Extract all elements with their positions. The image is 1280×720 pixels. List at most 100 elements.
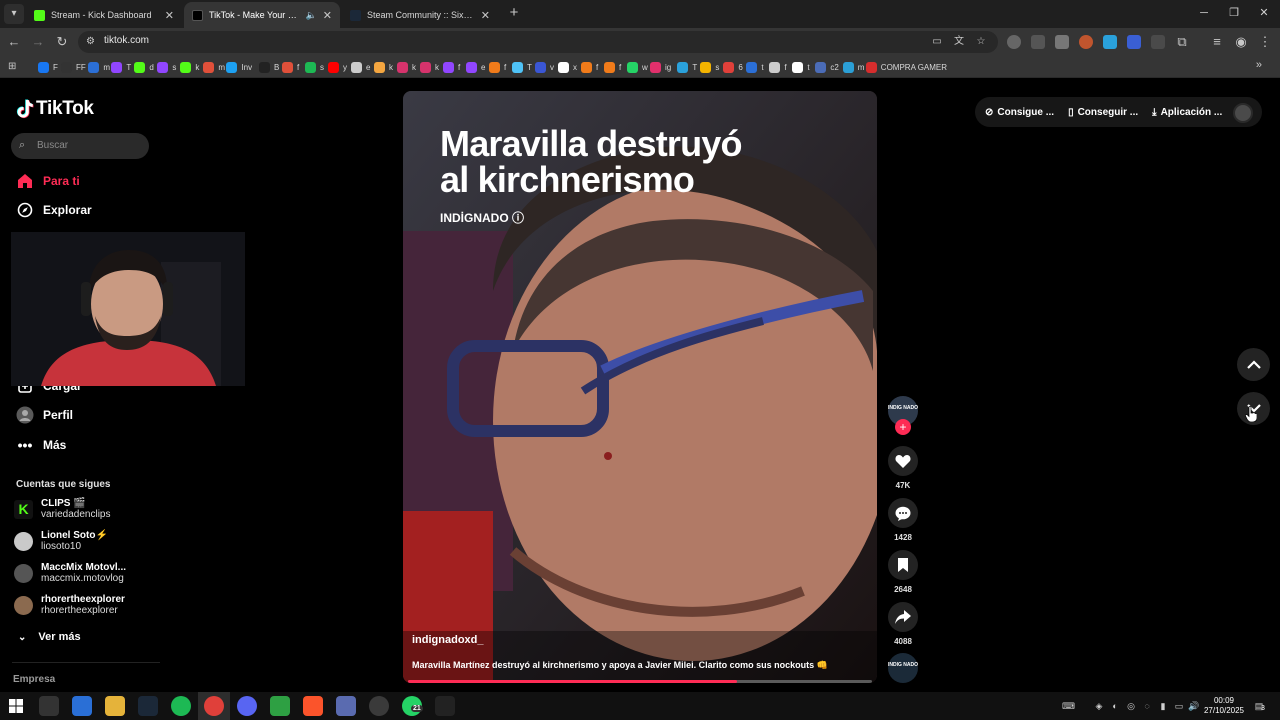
extension-icon[interactable] xyxy=(1127,35,1141,49)
following-account[interactable]: K CLIPS 🎬 variedadenclips xyxy=(14,498,111,520)
bookmark-star-icon[interactable]: ☆ xyxy=(974,35,988,49)
bookmark-item[interactable]: T xyxy=(677,61,697,74)
bookmark-item[interactable]: Inv xyxy=(226,61,252,74)
bookmark-item[interactable]: f xyxy=(769,61,787,74)
brave-icon[interactable] xyxy=(303,696,323,716)
tray-app-icon[interactable]: ◎ xyxy=(1125,700,1137,712)
bookmark-item[interactable]: FF xyxy=(61,61,86,74)
tab-tiktok[interactable]: TikTok - Make Your Day 🔈 ✕ xyxy=(184,2,340,28)
more-bookmarks-icon[interactable]: » xyxy=(1256,59,1262,71)
bookmark-item[interactable]: t xyxy=(792,61,810,74)
bookmark-item[interactable]: T xyxy=(512,61,532,74)
bookmark-item[interactable]: e xyxy=(351,61,370,74)
tab-steam-community[interactable]: Steam Community :: Sixbullets ✕ xyxy=(342,2,498,28)
app-icon[interactable] xyxy=(336,696,356,716)
microphone-icon[interactable]: ▮ xyxy=(1157,700,1169,712)
network-icon[interactable]: ▭ xyxy=(1173,700,1185,712)
like-button[interactable] xyxy=(888,446,918,476)
tab-kick-dashboard[interactable]: Stream - Kick Dashboard ✕ xyxy=(26,2,182,28)
restore-button[interactable]: ❐ xyxy=(1219,4,1249,22)
close-tab-icon[interactable]: ✕ xyxy=(481,9,490,22)
bookmark-item[interactable]: k xyxy=(397,61,416,74)
app-icon[interactable] xyxy=(435,696,455,716)
bookmark-item[interactable]: f xyxy=(604,61,621,74)
nav-explorar[interactable]: Explorar xyxy=(16,201,92,219)
bookmark-item[interactable]: w xyxy=(627,61,648,74)
comment-button[interactable] xyxy=(888,498,918,528)
tiktok-logo[interactable]: TikTok xyxy=(16,98,94,120)
bookmark-item[interactable]: f xyxy=(581,61,598,74)
bookmark-item[interactable]: B xyxy=(259,61,279,74)
bookmark-item[interactable]: x xyxy=(558,61,577,74)
nav-para-ti[interactable]: Para ti xyxy=(16,172,80,190)
apps-grid-icon[interactable]: ⊞ xyxy=(8,61,20,73)
bookmark-item[interactable]: c2 xyxy=(815,61,839,74)
reload-button[interactable]: ↻ xyxy=(52,32,72,52)
profile-icon[interactable]: ◉ xyxy=(1231,32,1251,52)
windows-start-icon[interactable] xyxy=(6,696,26,716)
media-control-icon[interactable]: ≡ xyxy=(1207,32,1227,52)
user-avatar[interactable] xyxy=(1233,103,1253,123)
nav-perfil[interactable]: Perfil xyxy=(16,406,73,424)
bookmark-item[interactable]: m xyxy=(842,61,864,74)
spotify-icon[interactable] xyxy=(171,696,191,716)
bookmark-item[interactable]: y xyxy=(328,61,347,74)
save-button[interactable] xyxy=(888,550,918,580)
bookmark-item[interactable]: m xyxy=(88,61,110,74)
close-window-button[interactable]: ✕ xyxy=(1249,4,1279,22)
bookmark-item[interactable]: d xyxy=(134,61,154,74)
bookmark-item[interactable]: e xyxy=(466,61,485,74)
extension-icon[interactable] xyxy=(1055,35,1069,49)
extension-icon[interactable] xyxy=(1151,35,1165,49)
download-app-button[interactable]: ⤓ Aplicación ... xyxy=(1152,107,1222,118)
address-bar[interactable]: ⚙ tiktok.com ▭ 文 ☆ xyxy=(78,31,998,53)
new-tab-button[interactable]: + xyxy=(505,4,523,22)
speaker-icon[interactable]: 🔈 xyxy=(306,10,317,21)
bookmark-item[interactable]: f xyxy=(282,61,299,74)
chrome-icon[interactable] xyxy=(204,696,224,716)
close-tab-icon[interactable]: ✕ xyxy=(323,9,332,22)
site-info-icon[interactable]: ⚙ xyxy=(86,36,98,48)
close-tab-icon[interactable]: ✕ xyxy=(165,9,174,22)
back-button[interactable]: ← xyxy=(4,32,24,52)
get-coins-button[interactable]: ⊘ Consigue ... xyxy=(985,107,1054,118)
bookmark-item[interactable]: m xyxy=(203,61,225,74)
chrome-menu-icon[interactable]: ⋮ xyxy=(1255,32,1275,52)
following-account[interactable]: MaccMix Motovl... maccmix.motovlog xyxy=(14,562,126,584)
bookmark-item[interactable]: f xyxy=(489,61,506,74)
minimize-button[interactable]: ─ xyxy=(1189,4,1219,22)
following-account[interactable]: Lionel Soto⚡ liosoto10 xyxy=(14,530,108,552)
volume-icon[interactable]: 🔊 xyxy=(1188,700,1200,712)
nav-mas[interactable]: ••• Más xyxy=(16,436,67,454)
bookmark-item[interactable]: f xyxy=(443,61,460,74)
following-account[interactable]: rhorertheexplorer rhorertheexplorer xyxy=(14,594,125,616)
tray-steam-icon[interactable]: ◌ xyxy=(1141,700,1153,712)
see-more-button[interactable]: ⌄ Ver más xyxy=(18,631,81,643)
bookmark-item[interactable]: ig xyxy=(650,61,671,74)
video-author[interactable]: indignadoxd_ xyxy=(412,634,484,646)
bookmark-item[interactable]: s xyxy=(305,61,324,74)
minecraft-icon[interactable] xyxy=(270,696,290,716)
bookmark-item[interactable]: k xyxy=(374,61,393,74)
task-view-icon[interactable] xyxy=(39,696,59,716)
music-disc[interactable]: INDIG NADO xyxy=(888,653,918,683)
bookmark-item[interactable]: t xyxy=(746,61,764,74)
file-explorer-icon[interactable] xyxy=(105,696,125,716)
extensions-puzzle-icon[interactable]: ⧉ xyxy=(1172,32,1192,52)
follow-plus-button[interactable]: + xyxy=(895,419,911,435)
bookmark-item[interactable]: F xyxy=(38,61,58,74)
bookmark-item[interactable]: T xyxy=(111,61,131,74)
video-player[interactable]: Maravilla destruyó al kirchnerismo INDİG… xyxy=(403,91,877,683)
translate-icon[interactable]: 文 xyxy=(952,35,966,49)
bookmark-item[interactable]: COMPRA GAMER xyxy=(865,61,947,74)
extension-icon[interactable] xyxy=(1103,35,1117,49)
bookmark-item[interactable]: 6 xyxy=(723,61,743,74)
system-clock[interactable]: 00:09 27/10/2025 xyxy=(1202,696,1246,716)
calculator-icon[interactable] xyxy=(72,696,92,716)
bookmark-item[interactable]: v xyxy=(535,61,554,74)
whatsapp-icon[interactable]: 21 xyxy=(402,696,423,716)
tab-search-button[interactable]: ▾ xyxy=(4,4,24,24)
bookmark-item[interactable]: k xyxy=(420,61,439,74)
bookmark-item[interactable]: k xyxy=(180,61,199,74)
search-input[interactable]: ⌕ Buscar xyxy=(11,133,149,159)
